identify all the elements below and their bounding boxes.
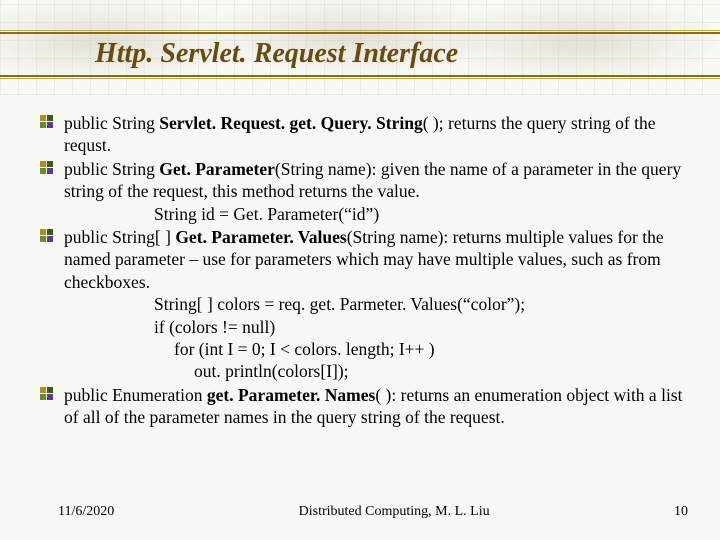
item-text: public String Servlet. Request. get. Que… [64,113,656,155]
code-line: String id = Get. Parameter(“id”) [64,203,692,225]
list-item: public String[ ] Get. Parameter. Values(… [34,226,692,383]
list-item: public Enumeration get. Parameter. Names… [34,384,692,429]
code-line: out. println(colors[I]); [64,360,692,382]
bullet-icon [40,161,54,175]
code-line: for (int I = 0; I < colors. length; I++ … [64,338,692,360]
code-line: if (colors != null) [64,316,692,338]
footer-date: 11/6/2020 [58,504,114,520]
bullet-icon [40,115,54,129]
item-text: public Enumeration get. Parameter. Names… [64,385,682,427]
bullet-icon [40,387,54,401]
bullet-icon [40,229,54,243]
footer: 11/6/2020 Distributed Computing, M. L. L… [0,504,720,520]
list-item: public String Servlet. Request. get. Que… [34,112,692,157]
code-line: String[ ] colors = req. get. Parmeter. V… [64,293,692,315]
footer-center: Distributed Computing, M. L. Liu [114,504,674,520]
page-title: Http. Servlet. Request Interface [0,34,720,74]
list-item: public String Get. Parameter(String name… [34,158,692,225]
content-area: public String Servlet. Request. get. Que… [34,112,692,429]
title-block: Http. Servlet. Request Interface [0,30,720,80]
item-text: public String Get. Parameter(String name… [64,159,681,201]
footer-page: 10 [674,504,688,520]
item-text: public String[ ] Get. Parameter. Values(… [64,227,664,292]
